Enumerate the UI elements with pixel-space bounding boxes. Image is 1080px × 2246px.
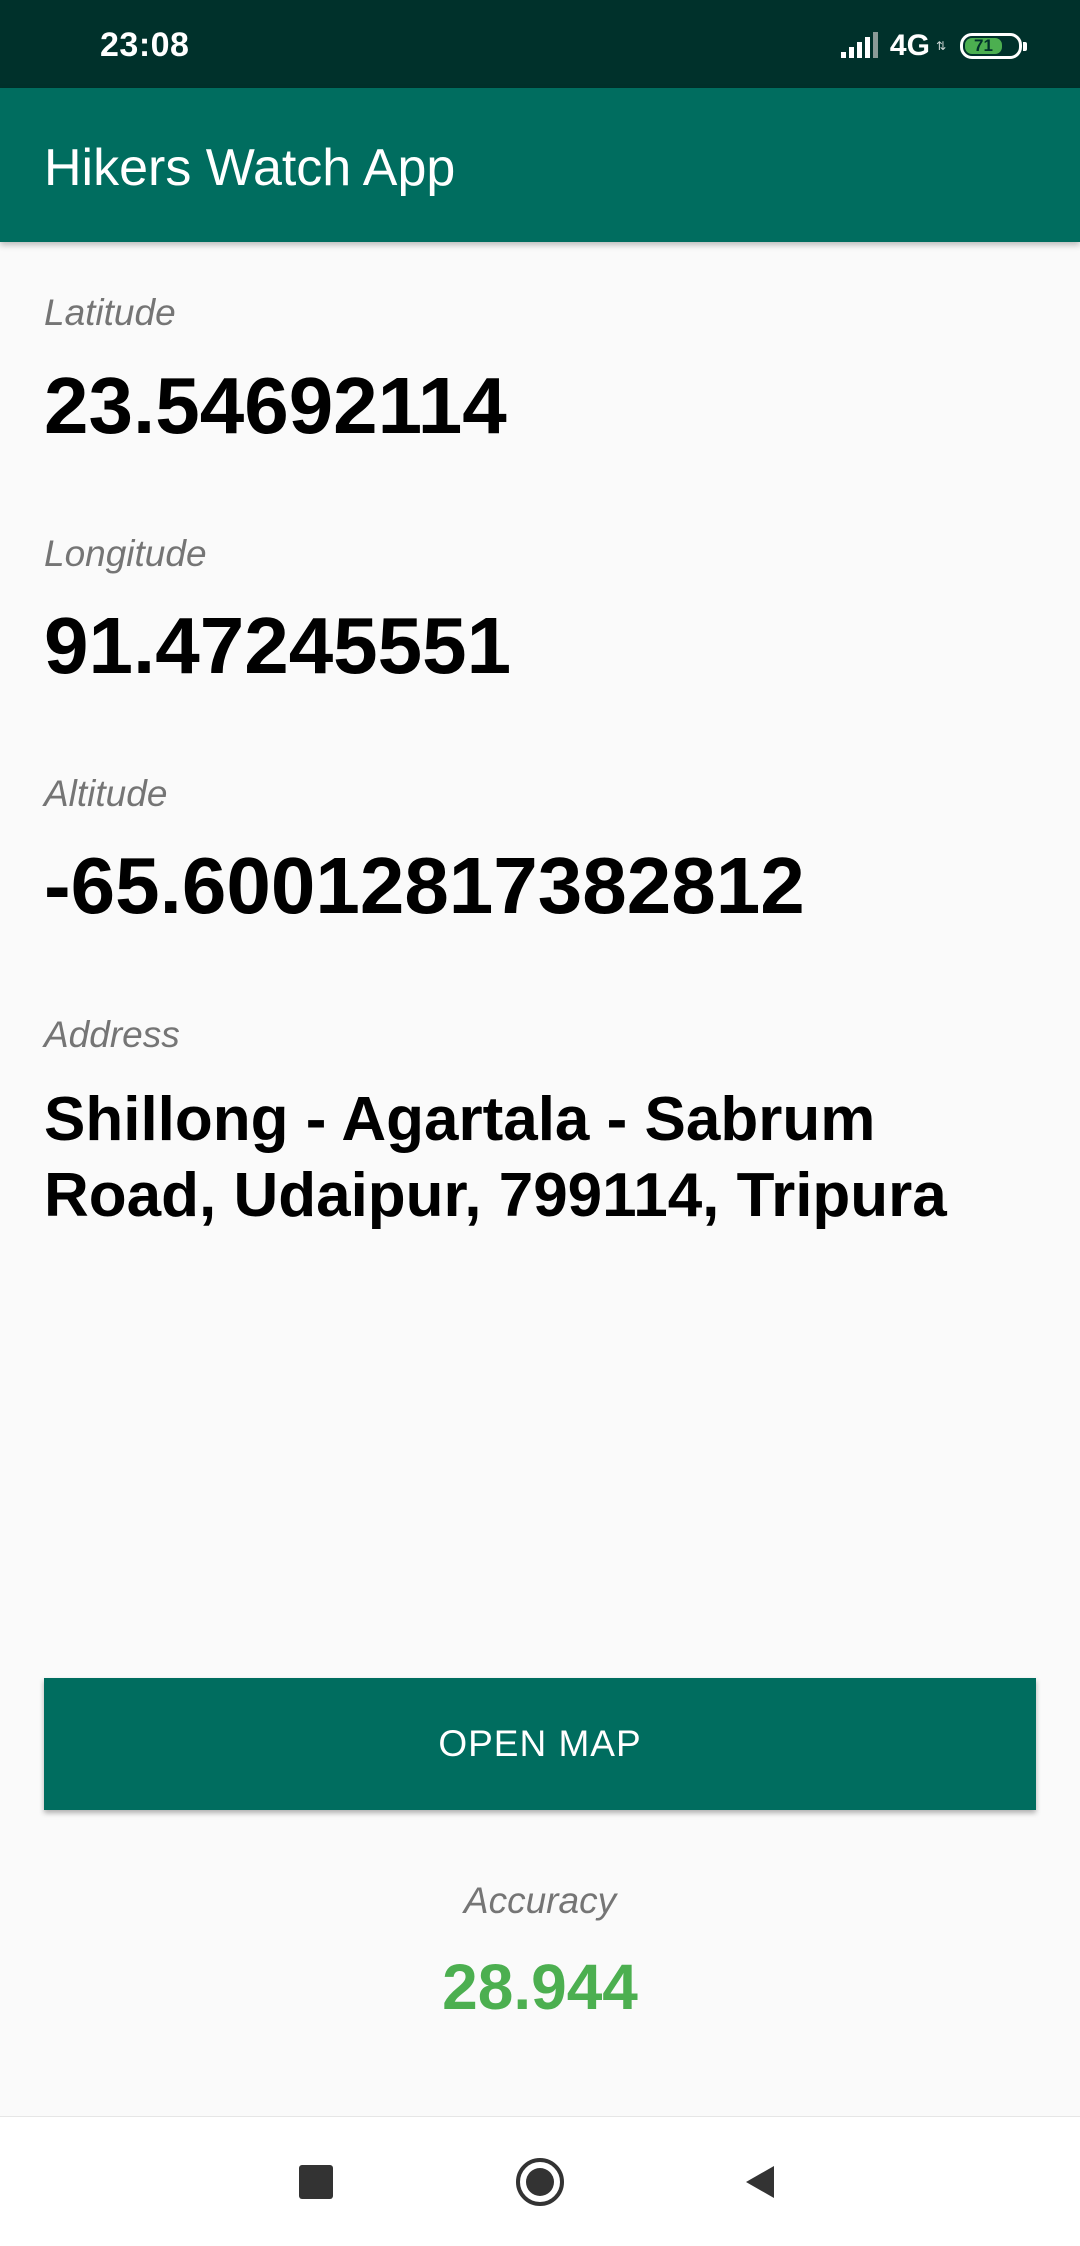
open-map-button[interactable]: OPEN MAP [44,1678,1036,1810]
data-activity-icon: ⇅ [935,39,946,53]
back-icon [746,2166,774,2198]
navigation-bar [0,2116,1080,2246]
status-indicators: 4G ⇅ 71 [840,28,1027,64]
accuracy-value: 28.944 [442,1951,638,2023]
battery-tip [1023,42,1027,51]
accuracy-label: Accuracy [463,1880,617,1921]
address-label: Address [44,1014,180,1055]
longitude-label: Longitude [44,533,207,574]
battery-level-text: 71 [973,36,993,55]
altitude-label: Altitude [44,773,168,814]
back-button[interactable] [725,2147,795,2217]
address-value: Shillong - Agartala - Sabrum Road, Udaip… [44,1085,947,1230]
status-time: 23:08 [100,26,190,64]
home-button[interactable] [505,2147,575,2217]
app-bar: Hikers Watch App [0,88,1080,242]
signal-icon [840,32,880,60]
battery-icon: 71 [960,33,1027,59]
recent-apps-button[interactable] [281,2147,351,2217]
longitude-value: 91.47245551 [44,601,512,690]
latitude-value: 23.54692114 [44,361,507,450]
recent-apps-icon [299,2165,333,2199]
home-icon [516,2158,564,2206]
screen: 23:08 4G ⇅ 71 Hikers Watch App Latitude … [0,0,1080,2246]
status-bar: 23:08 4G ⇅ 71 [0,0,1080,88]
app-title: Hikers Watch App [44,139,456,197]
network-type-label: 4G [889,29,930,62]
latitude-label: Latitude [44,292,176,333]
battery-level-fill: 71 [965,36,1002,55]
altitude-value: -65.60012817382812 [44,841,805,930]
